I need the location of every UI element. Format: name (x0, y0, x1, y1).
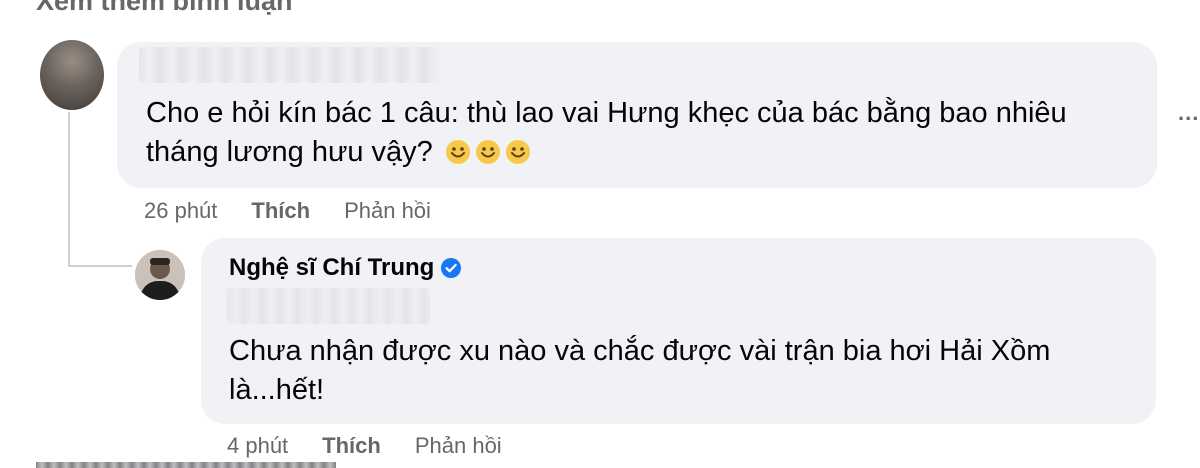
reply-bubble: Nghệ sĩ Chí Trung Chưa nhận được xu nào … (201, 238, 1156, 424)
comment-text-line: tháng lương hưu vậy? (146, 133, 1067, 172)
like-button[interactable]: Thích (322, 433, 381, 459)
smiling-face-icon (505, 140, 530, 164)
tagged-name-blurred[interactable] (227, 288, 430, 324)
reply-button[interactable]: Phản hồi (415, 433, 502, 459)
comment-bubble: Cho e hỏi kín bác 1 câu: thù lao vai Hưn… (117, 42, 1157, 188)
see-more-comments-link[interactable]: Xem thêm bình luận (36, 0, 293, 17)
comment-timestamp[interactable]: 26 phút (144, 198, 217, 224)
thread-connector-branch (68, 265, 132, 267)
like-button[interactable]: Thích (251, 198, 310, 224)
reply-text-line: Chưa nhận được xu nào và chắc được vài t… (229, 335, 1051, 367)
comment-actions: 26 phút Thích Phản hồi (144, 198, 431, 224)
smiling-face-icon (475, 140, 500, 164)
reply-button[interactable]: Phản hồi (344, 198, 431, 224)
reply-author-row: Nghệ sĩ Chí Trung (229, 254, 462, 282)
reply-timestamp[interactable]: 4 phút (227, 433, 288, 459)
commenter-avatar[interactable] (40, 40, 104, 110)
comment-text: Cho e hỏi kín bác 1 câu: thù lao vai Hưn… (146, 94, 1067, 172)
reply-text: Chưa nhận được xu nào và chắc được vài t… (229, 332, 1050, 410)
thread-connector-line (68, 112, 70, 267)
reply-author-avatar[interactable] (135, 250, 185, 300)
reply-text-line: là...hết! (229, 374, 325, 406)
person-silhouette-icon (135, 250, 185, 300)
more-options-button[interactable]: ... (1178, 100, 1199, 126)
verified-badge-icon (441, 258, 462, 278)
smiling-face-icon (445, 140, 470, 164)
commenter-name-blurred[interactable] (139, 47, 439, 83)
truncated-text-blurred (36, 462, 336, 468)
comment-text-line: Cho e hỏi kín bác 1 câu: thù lao vai Hưn… (146, 97, 1067, 129)
reply-author-name[interactable]: Nghệ sĩ Chí Trung (229, 254, 434, 282)
reply-actions: 4 phút Thích Phản hồi (227, 433, 502, 459)
